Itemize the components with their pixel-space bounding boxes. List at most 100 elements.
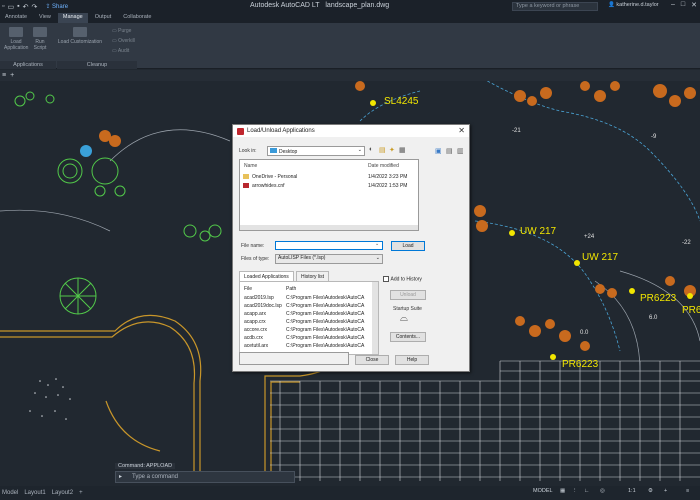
elevation-3: -22 [682, 240, 691, 246]
app-name: Autodesk AutoCAD LT [250, 2, 320, 9]
load-button[interactable]: Load [391, 241, 425, 251]
file-date-cell: 1/4/2022 3:23 PM [368, 174, 408, 180]
column-file[interactable]: File [244, 286, 252, 292]
help-button[interactable]: Help [395, 355, 429, 365]
options-icon[interactable]: ▤ [446, 147, 453, 155]
settings-icon[interactable]: ⚙ [648, 488, 653, 494]
label-pr6223-a: PR6223 [640, 293, 677, 304]
save-icon[interactable]: ▪ [17, 3, 19, 10]
search-input[interactable]: Type a keyword or phrase [512, 2, 598, 11]
file-row[interactable]: arrowhides.cnf 1/4/2022 1:53 PM [243, 183, 407, 189]
grid-icon[interactable]: ▦ [560, 488, 565, 494]
close-icon[interactable]: ✕ [691, 1, 697, 9]
tab-view[interactable]: View [34, 13, 56, 23]
unload-button[interactable]: Unload [390, 290, 426, 300]
history-row[interactable]: acetutil.arx C:\Program Files\Autodesk\Au… [244, 343, 364, 349]
column-path[interactable]: Path [286, 286, 296, 292]
history-file: acapp.crx [244, 319, 266, 325]
look-in-select[interactable]: Desktop ⌄ [267, 146, 365, 156]
audit-button[interactable]: ▭ Audit [112, 48, 129, 54]
panel-cleanup[interactable]: Cleanup [57, 61, 137, 69]
chevron-down-icon: ⌄ [375, 255, 380, 261]
dialog-close-icon[interactable]: ✕ [458, 126, 465, 135]
file-row[interactable]: OneDrive - Personal 1/4/2022 3:23 PM [243, 174, 407, 180]
redo-icon[interactable]: ↷ [31, 3, 37, 11]
new-folder-icon[interactable]: ✦ [389, 146, 395, 154]
tab-layout2[interactable]: Layout2 [52, 490, 73, 496]
column-name[interactable]: Name [244, 163, 257, 169]
model-space-toggle[interactable]: MODEL [533, 488, 553, 494]
command-input[interactable]: ▸ Type a command [115, 471, 295, 483]
label-pr6223-b: PR6223 [562, 359, 599, 370]
run-script-button[interactable]: Run Script [30, 27, 50, 51]
contents-button[interactable]: Contents... [390, 332, 426, 342]
add-layout-icon[interactable]: + [79, 490, 83, 496]
find-icon[interactable]: ▣ [435, 147, 442, 155]
window-controls: – □ ✕ [671, 1, 697, 9]
label-sl4245: SL4245 [384, 96, 419, 107]
history-path: C:\Program Files\Autodesk\AutoCA [286, 295, 365, 301]
new-icon[interactable]: ▫ [2, 3, 4, 10]
undo-icon[interactable]: ↶ [23, 3, 29, 11]
vertical-scrollbar[interactable] [372, 282, 378, 354]
file-tab-menu-icon[interactable]: ≡ [2, 72, 6, 79]
snap-icon[interactable]: ⋮ [572, 488, 578, 494]
file-name-label: File name: [241, 243, 265, 249]
tab-model[interactable]: Model [2, 490, 18, 496]
overkill-label: Overkill [118, 38, 135, 44]
files-of-type-label: Files of type: [241, 256, 270, 262]
ribbon-tabs: Annotate View Manage Output Collaborate [0, 13, 700, 23]
new-tab-icon[interactable]: + [10, 72, 14, 79]
tab-manage[interactable]: Manage [57, 13, 88, 23]
history-file: acad2019doc.lsp [244, 303, 282, 309]
layout-tabs: Model Layout1 Layout2 + [0, 486, 700, 500]
history-row[interactable]: acapp.arx C:\Program Files\Autodesk\AutoC… [244, 311, 364, 317]
customize-icon[interactable]: ≡ [686, 488, 689, 494]
file-name-input[interactable] [275, 241, 383, 250]
ortho-icon[interactable]: ∟ [584, 488, 589, 494]
annotation-scale[interactable]: 1:1 [628, 488, 636, 494]
file-browser-list[interactable]: Name Date modified OneDrive - Personal 1/… [239, 159, 419, 231]
purge-label: Purge [118, 28, 132, 34]
load-application-button[interactable]: Load Application [4, 27, 28, 51]
desktop-icon [270, 148, 277, 153]
tab-annotate[interactable]: Annotate [0, 13, 32, 23]
column-date-modified[interactable]: Date modified [368, 163, 399, 169]
load-customization-button[interactable]: Load Customization [56, 27, 104, 45]
plus-icon[interactable]: + [664, 488, 667, 494]
history-row[interactable]: acad2019doc.lsp C:\Program Files\Autodesk… [244, 303, 364, 309]
horizontal-scrollbar[interactable] [240, 225, 418, 230]
tab-layout1[interactable]: Layout1 [24, 490, 45, 496]
dialog-title: Load/Unload Applications [247, 128, 315, 134]
polar-icon[interactable]: ◎ [600, 488, 605, 494]
tools-icon[interactable]: ▥ [457, 147, 464, 155]
back-icon[interactable]: ◐ [369, 146, 373, 153]
panel-applications[interactable]: Applications [0, 61, 56, 69]
history-row[interactable]: accore.crx C:\Program Files\Autodesk\Auto… [244, 327, 364, 333]
minimize-icon[interactable]: – [671, 1, 675, 9]
history-file: acdb.crx [244, 335, 263, 341]
history-row[interactable]: acapp.crx C:\Program Files\Autodesk\AutoC… [244, 319, 364, 325]
history-row[interactable]: acad2019.lsp C:\Program Files\Autodesk\Au… [244, 295, 364, 301]
up-folder-icon[interactable]: ▤ [379, 146, 386, 154]
maximize-icon[interactable]: □ [681, 1, 685, 9]
overkill-button[interactable]: ▭ Overkill [112, 38, 135, 44]
autocad-app-icon [237, 128, 244, 135]
dialog-title-bar: Load/Unload Applications ✕ [233, 125, 469, 137]
file-name-cell: OneDrive - Personal [252, 174, 298, 180]
checkbox-box [383, 276, 389, 282]
tab-collaborate[interactable]: Collaborate [118, 13, 156, 23]
purge-button[interactable]: ▭ Purge [112, 28, 131, 34]
file-date-cell: 1/4/2022 1:53 PM [368, 183, 408, 189]
files-of-type-select[interactable]: AutoLISP Files (*.lsp) ⌄ [275, 254, 383, 264]
load-application-label: Load Application [4, 39, 29, 51]
open-icon[interactable]: ▭ [7, 3, 14, 11]
user-account[interactable]: 👤 katherine.d.taylor [608, 2, 659, 8]
paving-grid [270, 360, 700, 481]
history-row[interactable]: acdb.crx C:\Program Files\Autodesk\AutoCA [244, 335, 364, 341]
tab-output[interactable]: Output [90, 13, 117, 23]
view-menu-icon[interactable]: ▦ [399, 146, 406, 154]
add-to-history-checkbox[interactable]: Add to History [383, 276, 422, 282]
share-button[interactable]: ⇪ Share [45, 3, 68, 10]
close-button[interactable]: Close [355, 355, 389, 365]
